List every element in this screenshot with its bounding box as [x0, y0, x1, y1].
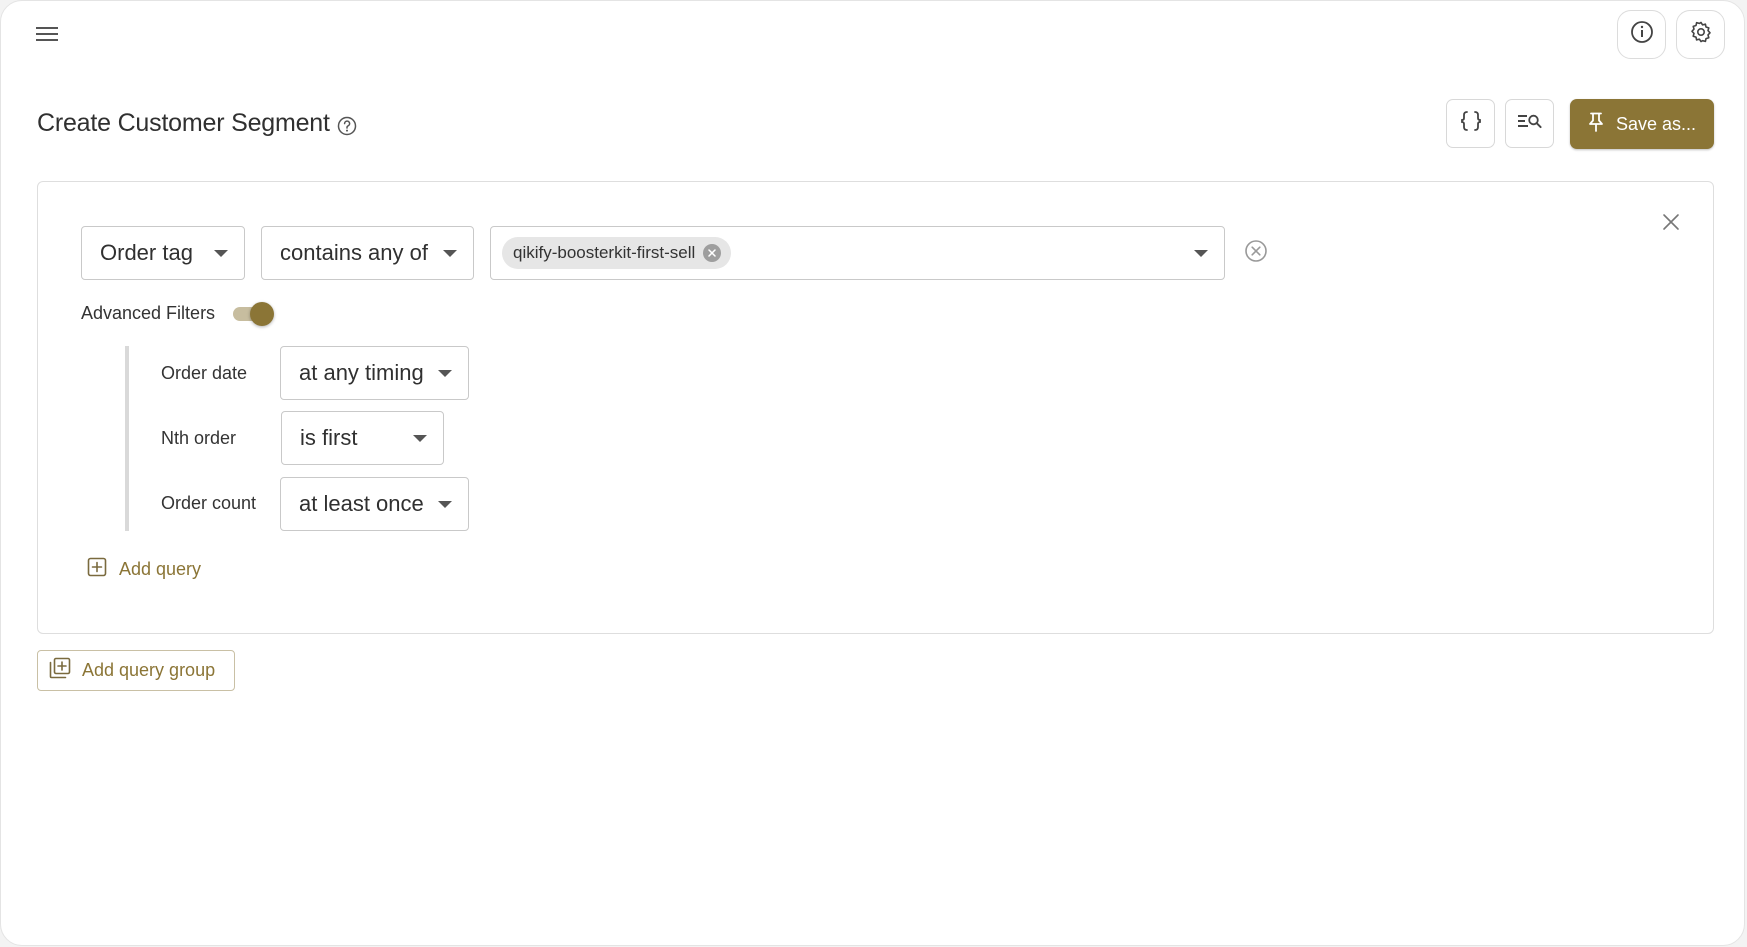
json-view-button[interactable]	[1446, 99, 1495, 148]
add-query-group-button[interactable]: Add query group	[37, 650, 235, 691]
chevron-down-icon	[1194, 250, 1208, 257]
settings-button[interactable]	[1676, 10, 1725, 59]
chevron-down-icon	[413, 435, 427, 442]
add-group-icon	[49, 657, 71, 684]
save-as-button[interactable]: Save as...	[1570, 99, 1714, 149]
hamburger-menu-icon[interactable]	[29, 19, 65, 49]
chevron-down-icon	[438, 370, 452, 377]
advanced-filters-label: Advanced Filters	[81, 303, 216, 323]
chevron-down-icon	[214, 250, 228, 257]
add-query-button[interactable]: Add query	[87, 557, 201, 582]
pin-icon	[1588, 112, 1604, 137]
field-select[interactable]: Order tag	[81, 226, 245, 280]
preview-search-button[interactable]	[1505, 99, 1554, 148]
chevron-down-icon	[443, 250, 457, 257]
close-circle-icon	[1244, 239, 1268, 268]
close-icon	[1662, 213, 1680, 236]
field-select-value: Order tag	[100, 240, 193, 265]
info-icon	[1630, 20, 1654, 49]
order-date-select[interactable]: at any timing	[280, 346, 469, 400]
advanced-filters-divider	[125, 346, 129, 531]
curly-braces-icon	[1459, 109, 1483, 138]
remove-tag-icon[interactable]	[703, 244, 722, 262]
help-circle-icon[interactable]	[336, 115, 358, 137]
add-query-label: Add query	[119, 559, 202, 579]
advanced-filters-toggle[interactable]	[233, 301, 274, 327]
order-date-label: Order date	[161, 363, 248, 383]
gear-icon	[1689, 20, 1713, 49]
order-count-select[interactable]: at least once	[280, 477, 469, 531]
order-count-value: at least once	[299, 491, 424, 516]
nth-order-label: Nth order	[161, 428, 237, 448]
tag-chip: qikify-boosterkit-first-sell	[502, 237, 732, 269]
plus-square-icon	[87, 557, 107, 582]
toggle-thumb	[250, 302, 274, 326]
order-count-label: Order count	[161, 493, 257, 513]
operator-select[interactable]: contains any of	[261, 226, 474, 280]
remove-query-button[interactable]	[1243, 239, 1269, 268]
tag-multiselect[interactable]: qikify-boosterkit-first-sell	[490, 226, 1225, 280]
save-as-label: Save as...	[1615, 113, 1697, 134]
list-search-icon	[1517, 110, 1543, 137]
page-title: Create Customer Segment	[37, 109, 330, 137]
nth-order-value: is first	[300, 425, 358, 450]
operator-select-value: contains any of	[280, 240, 428, 265]
tag-chip-label: qikify-boosterkit-first-sell	[513, 243, 696, 262]
info-button[interactable]	[1617, 10, 1666, 59]
remove-query-group-button[interactable]	[1659, 212, 1683, 236]
add-query-group-label: Add query group	[82, 660, 216, 680]
order-date-value: at any timing	[299, 360, 424, 385]
chevron-down-icon	[438, 501, 452, 508]
app-window: Create Customer Segment Save as... Order…	[0, 0, 1745, 946]
nth-order-select[interactable]: is first	[281, 411, 444, 465]
